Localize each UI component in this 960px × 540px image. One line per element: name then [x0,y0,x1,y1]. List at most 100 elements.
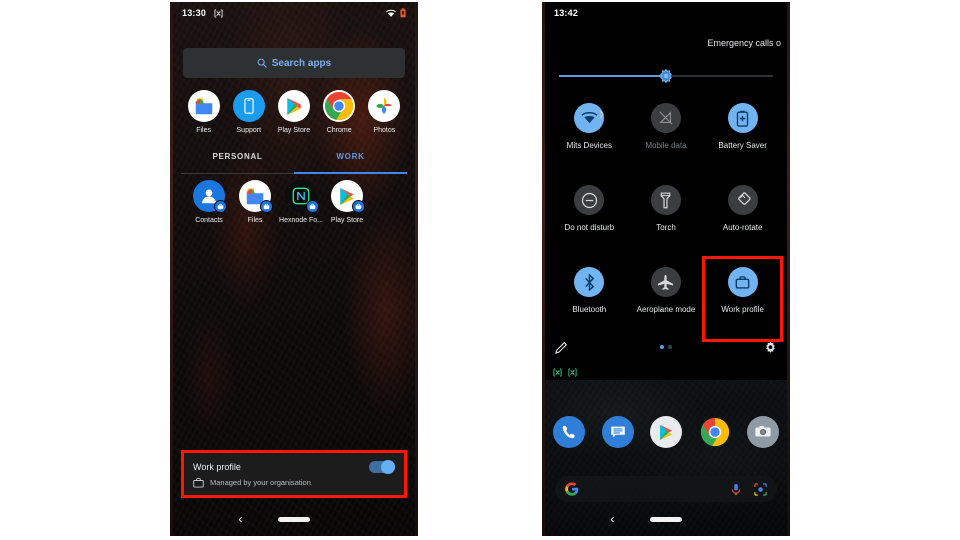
left-phone: 13:30 Search apps Files Support Play Sto… [170,2,418,536]
app-label: Chrome [326,127,352,134]
app-label: Files [247,217,263,224]
work-profile-subtitle: Managed by your organisation [210,477,311,487]
aeroplane-mode-icon [650,267,681,297]
work-badge-icon [260,200,273,213]
tab-underline-work [294,172,407,174]
qs-tile-aeroplane-mode[interactable]: Aeroplane mode [628,258,705,340]
search-apps-bar[interactable]: Search apps [183,48,405,78]
phone-bezel-right [415,2,418,536]
work-profile-toggle[interactable] [369,459,395,474]
work-profile-title: Work profile [193,461,241,472]
left-phone-screen: 13:30 Search apps Files Support Play Sto… [173,2,415,536]
qs-label: Bluetooth [572,305,607,314]
qs-tile-do-not-disturb[interactable]: Do not disturb [551,176,628,258]
right-phone-screen: 13:42 Emergency calls o Mits Devices Mob… [545,2,787,536]
quick-settings-grid: Mits Devices Mobile data Battery Saver D… [551,94,783,342]
qs-label: Auto-rotate [722,223,763,232]
qs-tile-wifi[interactable]: Mits Devices [551,94,628,176]
page-dot[interactable] [668,345,672,349]
google-lens-icon[interactable] [754,482,767,496]
wifi-icon [386,9,396,17]
app-label: Support [236,127,262,134]
photos-icon [368,90,401,122]
work-profile-subtitle-row: Managed by your organisation [193,477,395,488]
app-icon-wrap [193,180,227,213]
messages-icon[interactable] [601,416,634,448]
qs-tile-auto-rotate[interactable]: Auto-rotate [704,176,781,258]
app-chrome[interactable]: Chrome [317,90,361,135]
app-label: Contacts [195,217,223,224]
home-pill[interactable] [278,516,310,522]
qs-tile-work-profile[interactable]: Work profile [702,256,783,342]
phone-bezel-right [787,2,790,536]
gear-icon[interactable] [764,341,777,354]
app-icon-wrap [323,90,356,122]
app-icon-wrap [187,90,220,122]
camera-icon[interactable] [747,416,779,448]
qs-tile-torch[interactable]: Torch [628,176,705,258]
app-play-store[interactable]: Play Store [272,90,316,135]
brightness-icon[interactable] [659,69,673,83]
work-profile-card[interactable]: Work profile Managed by your organisatio… [181,450,407,498]
pencil-icon[interactable] [555,341,568,354]
bluetooth-icon [574,267,605,297]
work-apps-row: Contacts Files Hexnode Fo... Play Store [187,180,369,225]
qs-tile-bluetooth[interactable]: Bluetooth [551,258,628,340]
files-icon [187,90,220,122]
app-label: Play Store [277,127,311,134]
battery-low-icon [400,8,406,18]
tab-work[interactable]: WORK [294,150,407,172]
quick-settings-panel: 13:42 Emergency calls o Mits Devices Mob… [545,2,787,364]
brightness-slider[interactable] [559,69,773,83]
app-support[interactable]: Support [227,90,271,135]
app-hexnode-work[interactable]: Hexnode Fo... [279,180,323,225]
work-badge-icon [306,200,319,213]
status-bar: 13:30 [173,2,415,24]
back-icon[interactable]: ‹ [238,512,242,526]
app-label: Hexnode Fo... [279,217,323,224]
notification-strip [545,364,787,380]
microphone-icon[interactable] [730,483,742,496]
app-play-store-work[interactable]: Play Store [325,180,369,225]
app-icon-wrap [331,180,365,213]
chrome-icon[interactable] [699,416,731,448]
toggle-knob [381,459,395,474]
back-icon[interactable]: ‹ [610,512,614,526]
tab-personal[interactable]: PERSONAL [181,150,294,172]
torch-icon [650,185,681,215]
status-bar-time: 13:30 [182,8,207,18]
tab-underline [181,172,407,174]
app-icon-wrap [285,180,319,213]
search-apps-label: Search apps [271,57,332,69]
home-pill[interactable] [650,516,682,522]
search-icon [257,58,267,68]
page-indicator [660,345,672,349]
app-files[interactable]: Files [182,90,226,135]
app-icon-wrap [239,180,273,213]
search-actions [730,482,767,496]
chrome-icon [323,90,356,122]
play-store-icon[interactable] [650,416,682,448]
qs-tile-battery-saver[interactable]: Battery Saver [704,94,781,176]
chevron-down-icon[interactable] [599,110,604,119]
app-icon-wrap [368,90,401,122]
google-g-icon [565,482,579,496]
qs-label: Battery Saver [718,141,767,150]
app-photos[interactable]: Photos [362,90,406,135]
work-profile-title-row: Work profile [193,459,395,474]
status-bar: 13:42 [545,2,787,24]
page-dot-active[interactable] [660,345,664,349]
google-search-bar[interactable] [555,476,777,502]
app-icon-wrap [232,90,265,122]
profile-tabs: PERSONAL WORK [181,150,407,172]
work-badge-icon [352,200,365,213]
tab-underline-personal [181,172,294,174]
status-bar-right-icons [386,8,406,18]
app-contacts-work[interactable]: Contacts [187,180,231,225]
qs-tile-mobile-data[interactable]: Mobile data [628,94,705,176]
qs-label: Mobile data [645,141,687,150]
phone-icon[interactable] [553,416,585,448]
briefcase-icon [727,267,758,297]
app-files-work[interactable]: Files [233,180,277,225]
screenshot-stage: 13:30 Search apps Files Support Play Sto… [0,0,960,540]
